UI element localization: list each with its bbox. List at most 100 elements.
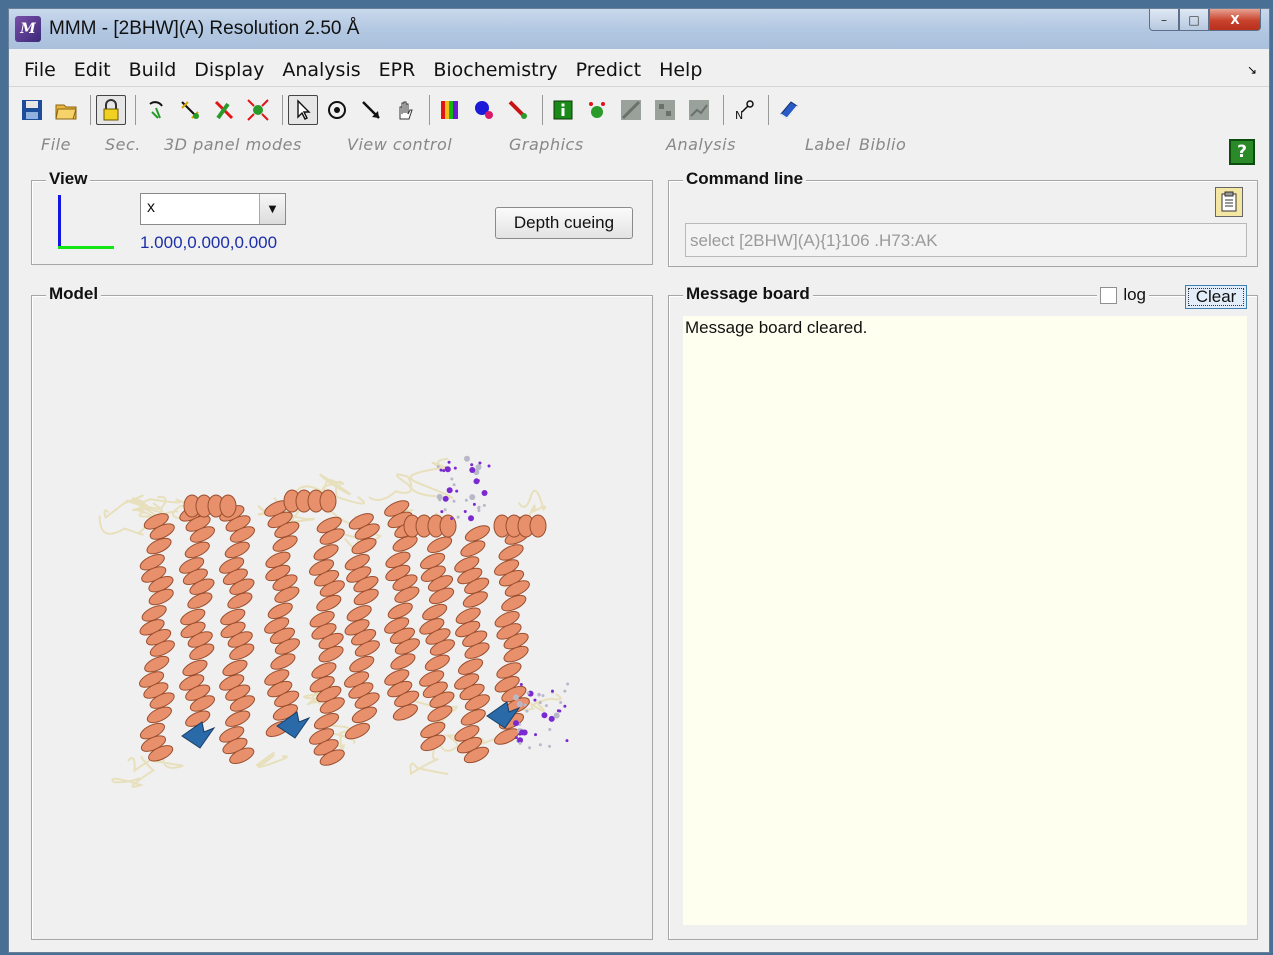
ribbon-icon[interactable]: [503, 95, 533, 125]
command-legend: Command line: [683, 169, 807, 189]
ligand-atom: [550, 689, 554, 693]
maximize-button[interactable]: □: [1179, 9, 1209, 31]
group-label-sec: Sec.: [105, 135, 141, 154]
sphere-icon[interactable]: [469, 95, 499, 125]
ligand-atom: [456, 515, 460, 519]
ligand-atom: [447, 460, 451, 464]
ligand-atom: [558, 709, 562, 713]
label-icon[interactable]: N: [729, 95, 759, 125]
menu-build[interactable]: Build: [120, 59, 186, 81]
message-legend: Message board: [683, 284, 813, 304]
depth-cueing-button[interactable]: Depth cueing: [495, 207, 633, 239]
ligand-atom: [468, 515, 475, 522]
view-coordinates: 1.000,0.000,0.000: [140, 233, 278, 252]
command-input[interactable]: select [2BHW](A){1}106 .H73:AK: [685, 223, 1247, 257]
network-icon[interactable]: [650, 95, 680, 125]
open-folder-icon[interactable]: [51, 95, 81, 125]
menu-predict[interactable]: Predict: [567, 59, 650, 81]
group-label-3d-panel-modes: 3D panel modes: [164, 135, 302, 154]
view-axis-value: x: [147, 199, 155, 216]
move-icon[interactable]: [209, 95, 239, 125]
menu-epr[interactable]: EPR: [370, 59, 425, 81]
view-axis-select[interactable]: x ▼: [140, 193, 286, 225]
ligand-atom: [442, 495, 449, 502]
menu-biochemistry[interactable]: Biochemistry: [424, 59, 566, 81]
menu-bar: File Edit Build Display Analysis EPR Bio…: [9, 53, 1269, 87]
ligand-atom: [559, 700, 563, 704]
ligand-atom: [464, 455, 471, 462]
toolbar-separator: [90, 95, 91, 125]
view-legend: View: [46, 169, 91, 189]
ligand-atom: [538, 743, 542, 747]
rotate-icon[interactable]: [141, 95, 171, 125]
ligand-atom: [519, 729, 526, 736]
group-label-analysis: Analysis: [666, 135, 736, 154]
clear-button[interactable]: Clear: [1185, 285, 1247, 309]
minimize-button[interactable]: –: [1149, 9, 1179, 31]
bond-icon[interactable]: [175, 95, 205, 125]
toolbar-separator: [723, 95, 724, 125]
help-button[interactable]: ?: [1229, 139, 1255, 165]
zoom-arrow-icon[interactable]: [356, 95, 386, 125]
group-label-file: File: [41, 135, 71, 154]
info-icon[interactable]: [548, 95, 578, 125]
menu-edit[interactable]: Edit: [65, 59, 120, 81]
contact-map-icon[interactable]: [616, 95, 646, 125]
ligand-atom: [477, 509, 481, 513]
ligand-atom: [541, 712, 548, 719]
log-toggle[interactable]: log: [1097, 285, 1149, 305]
lock-icon[interactable]: [96, 95, 126, 125]
ligand-atom: [439, 468, 443, 472]
log-checkbox[interactable]: [1100, 286, 1118, 304]
color-spectrum-icon[interactable]: [435, 95, 465, 125]
spin-icon[interactable]: [322, 95, 352, 125]
protein-model-view[interactable]: [32, 296, 652, 939]
menu-analysis[interactable]: Analysis: [273, 59, 369, 81]
group-label-view-control: View control: [347, 135, 453, 154]
ligand-atom: [470, 463, 474, 467]
message-board-text[interactable]: Message board cleared.: [683, 316, 1247, 925]
menu-display[interactable]: Display: [185, 59, 273, 81]
message-line: Message board cleared.: [685, 318, 868, 337]
chevron-down-icon[interactable]: ▼: [259, 194, 285, 224]
toolbar: N: [9, 89, 1269, 131]
ligand-atom: [518, 741, 522, 745]
close-button[interactable]: X: [1209, 9, 1261, 31]
window-title: MMM - [2BHW](A) Resolution 2.50 Å: [49, 18, 360, 39]
clipboard-icon[interactable]: [1215, 187, 1243, 217]
ligand-atom: [444, 466, 448, 470]
graph-icon[interactable]: [684, 95, 714, 125]
toolbar-separator: [768, 95, 769, 125]
menu-help[interactable]: Help: [650, 59, 711, 81]
pointer-icon[interactable]: [288, 95, 318, 125]
ligand-atom: [512, 694, 519, 701]
ligand-atom: [472, 502, 476, 506]
title-bar: M MMM - [2BHW](A) Resolution 2.50 Å – □ …: [9, 9, 1269, 49]
helix-segment: [529, 514, 547, 538]
ligand-atom: [452, 499, 456, 503]
ligand-atom: [450, 516, 454, 520]
ligand-atom: [548, 728, 552, 732]
ligand-atom: [513, 720, 520, 727]
ligand-atom: [463, 509, 467, 513]
save-icon[interactable]: [17, 95, 47, 125]
ligand-atom: [563, 689, 567, 693]
book-icon[interactable]: [774, 95, 804, 125]
axis-x-indicator: [58, 246, 114, 249]
toolbar-separator: [135, 95, 136, 125]
menu-file[interactable]: File: [9, 59, 65, 81]
view-panel: View x ▼ 1.000,0.000,0.000 Depth cueing: [31, 169, 653, 265]
ligand-atom: [553, 712, 560, 719]
ligand-atom: [440, 510, 444, 514]
ligand-atom: [478, 461, 482, 465]
ligand-atom: [442, 469, 446, 473]
hand-icon[interactable]: [390, 95, 420, 125]
explode-icon[interactable]: [243, 95, 273, 125]
menu-overflow-icon[interactable]: ↘: [1247, 63, 1257, 77]
ligand-atom: [464, 498, 468, 502]
ligand-atom: [475, 464, 482, 471]
message-panel: Message board log Clear Message board cl…: [668, 284, 1258, 940]
residue-icon[interactable]: [582, 95, 612, 125]
ligand-atom: [443, 508, 447, 512]
ligand-atom: [469, 494, 476, 501]
